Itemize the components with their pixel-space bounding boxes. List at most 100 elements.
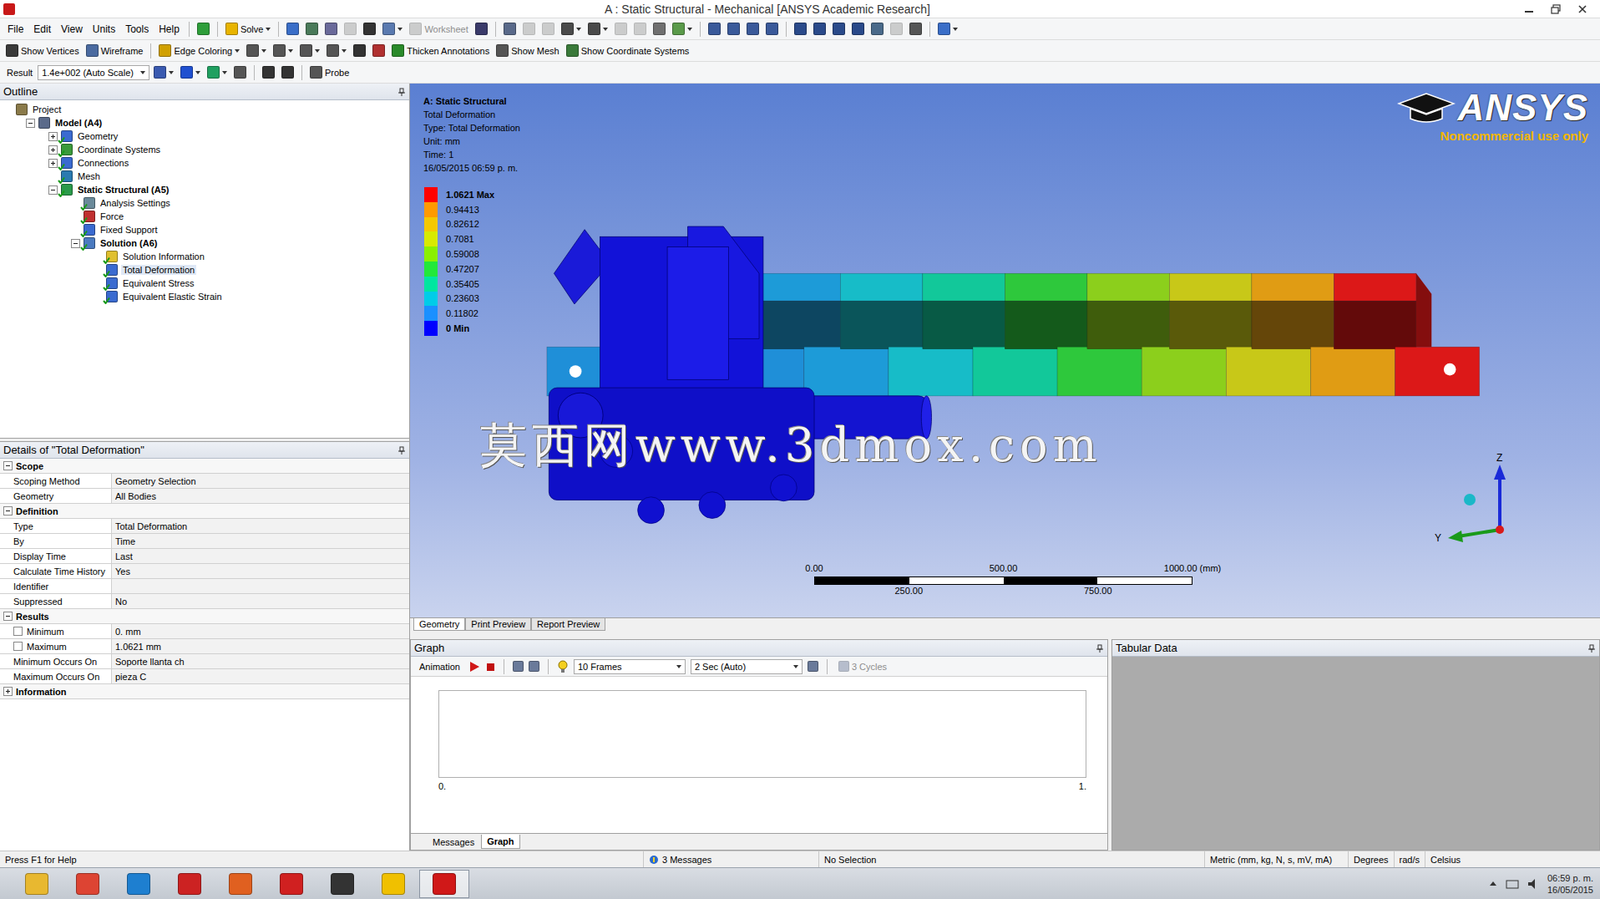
details-row[interactable]: ByTime: [0, 533, 410, 549]
details-section[interactable]: Scope: [0, 458, 410, 474]
toolbar-button[interactable]: [501, 20, 519, 37]
tree-item[interactable]: Fixed Support: [0, 222, 410, 237]
toolbar-button[interactable]: [324, 42, 350, 59]
toolbar-button[interactable]: [379, 20, 406, 37]
toolbar-button[interactable]: [243, 42, 269, 59]
details-section[interactable]: Definition: [0, 503, 410, 519]
frames-icon[interactable]: [512, 660, 524, 672]
tree-item[interactable]: Force: [0, 209, 410, 223]
details-row[interactable]: Maximum1.0621 mm: [0, 638, 410, 654]
details-section[interactable]: Information: [0, 683, 410, 699]
toolbar-button[interactable]: [650, 20, 669, 37]
toolbar-button[interactable]: [585, 20, 611, 37]
toolbar-button[interactable]: [297, 42, 323, 59]
status-temperature[interactable]: Celsius: [1425, 850, 1466, 867]
restore-button[interactable]: [1546, 1, 1565, 17]
toolbar-button[interactable]: [705, 20, 724, 37]
toolbar-button[interactable]: [810, 20, 829, 37]
expander-icon[interactable]: [48, 185, 58, 195]
expander-icon[interactable]: [3, 611, 13, 621]
tree-item[interactable]: Equivalent Elastic Strain: [0, 289, 410, 304]
viewport-tab[interactable]: Print Preview: [465, 617, 532, 631]
expander-icon[interactable]: [3, 460, 13, 471]
toolbar-button[interactable]: [868, 20, 887, 37]
tree-item[interactable]: Model (A4): [0, 116, 410, 130]
toolbar-button[interactable]: [194, 20, 213, 37]
stop-icon[interactable]: [485, 661, 496, 672]
scale-select[interactable]: 1.4e+002 (Auto Scale): [37, 65, 150, 81]
toolbar-button[interactable]: [322, 20, 340, 37]
viewport-tab[interactable]: Geometry: [413, 617, 466, 631]
viewport-tab[interactable]: Report Preview: [531, 617, 606, 631]
axis-triad-icon[interactable]: ZY: [1432, 452, 1525, 549]
details-row[interactable]: Calculate Time HistoryYes: [0, 563, 410, 579]
tree-item[interactable]: Analysis Settings: [0, 196, 410, 210]
expander-icon[interactable]: [48, 158, 58, 168]
mechanical-app-icon[interactable]: [3, 3, 16, 16]
menu-item[interactable]: Help: [154, 23, 184, 36]
tree-item[interactable]: Solution Information: [0, 249, 410, 264]
toolbar-button[interactable]: [341, 20, 360, 37]
taskbar-app[interactable]: [419, 869, 470, 898]
toolbar-button[interactable]: [887, 20, 906, 37]
toolbar-button[interactable]: [472, 20, 491, 37]
frames-icon[interactable]: [528, 660, 540, 672]
tray-arrow-icon[interactable]: [1488, 879, 1498, 888]
status-angle[interactable]: Degrees: [1348, 850, 1395, 867]
toolbar-button[interactable]: [350, 42, 369, 59]
status-messages[interactable]: 3 Messages: [643, 850, 820, 867]
taskbar-app[interactable]: [164, 869, 215, 898]
status-rate[interactable]: rad/s: [1394, 850, 1426, 867]
bulb-icon[interactable]: [556, 659, 569, 674]
taskbar-app[interactable]: [266, 869, 317, 898]
graph-tab[interactable]: Graph: [481, 834, 520, 849]
toolbar-button[interactable]: [763, 20, 781, 37]
toolbar-button[interactable]: Show Vertices: [3, 42, 82, 59]
taskbar-app[interactable]: [113, 869, 164, 898]
close-button[interactable]: [1573, 1, 1592, 17]
menu-item[interactable]: File: [3, 23, 28, 36]
tree-item[interactable]: Geometry: [0, 129, 410, 143]
tree-item[interactable]: Connections: [0, 156, 410, 170]
tree-item[interactable]: Equivalent Stress: [0, 276, 410, 290]
toolbar-button[interactable]: Thicken Annotations: [389, 42, 492, 59]
toolbar-button[interactable]: [231, 64, 249, 81]
tree-item[interactable]: Total Deformation: [0, 263, 410, 277]
toolbar-button[interactable]: Probe: [307, 64, 352, 81]
volume-icon[interactable]: [1527, 877, 1540, 890]
toolbar-button[interactable]: [935, 20, 961, 37]
duration-select[interactable]: 2 Sec (Auto): [690, 658, 803, 674]
menu-item[interactable]: Edit: [29, 23, 56, 36]
toolbar-button[interactable]: Worksheet: [406, 20, 471, 37]
clock[interactable]: 06:59 p. m.16/05/2015: [1547, 871, 1594, 896]
toolbar-button[interactable]: [278, 64, 297, 81]
pin-icon[interactable]: [397, 445, 406, 455]
taskbar-app[interactable]: [368, 869, 419, 898]
taskbar-app[interactable]: [62, 869, 113, 898]
toolbar-button[interactable]: [283, 20, 302, 37]
graphics-viewport[interactable]: A: Static StructuralTotal DeformationTyp…: [410, 83, 1600, 618]
pin-icon[interactable]: [1095, 643, 1104, 653]
toolbar-button[interactable]: [669, 20, 695, 37]
details-row[interactable]: Display TimeLast: [0, 548, 410, 564]
toolbar-button[interactable]: [830, 20, 848, 37]
parameter-checkbox[interactable]: [13, 641, 23, 651]
export-icon[interactable]: [807, 660, 819, 672]
tree-item[interactable]: Static Structural (A5): [0, 182, 410, 197]
toolbar-button[interactable]: [520, 20, 538, 37]
expander-icon[interactable]: [70, 238, 81, 249]
details-row[interactable]: Minimum Occurs OnSoporte llanta ch: [0, 653, 410, 669]
menu-item[interactable]: Tools: [121, 23, 153, 36]
tree-item[interactable]: Project: [0, 102, 410, 117]
expander-icon[interactable]: [48, 145, 58, 155]
toolbar-button[interactable]: [369, 42, 388, 59]
toolbar-button[interactable]: [744, 20, 762, 37]
graph-tab[interactable]: Messages: [427, 835, 480, 849]
toolbar-button[interactable]: [906, 20, 925, 37]
details-row[interactable]: SuppressedNo: [0, 593, 410, 609]
toolbar-button[interactable]: [539, 20, 557, 37]
toolbar-button[interactable]: Solve: [222, 20, 274, 37]
menu-item[interactable]: View: [56, 23, 87, 36]
expander-icon[interactable]: [3, 686, 13, 696]
toolbar-button[interactable]: [724, 20, 743, 37]
